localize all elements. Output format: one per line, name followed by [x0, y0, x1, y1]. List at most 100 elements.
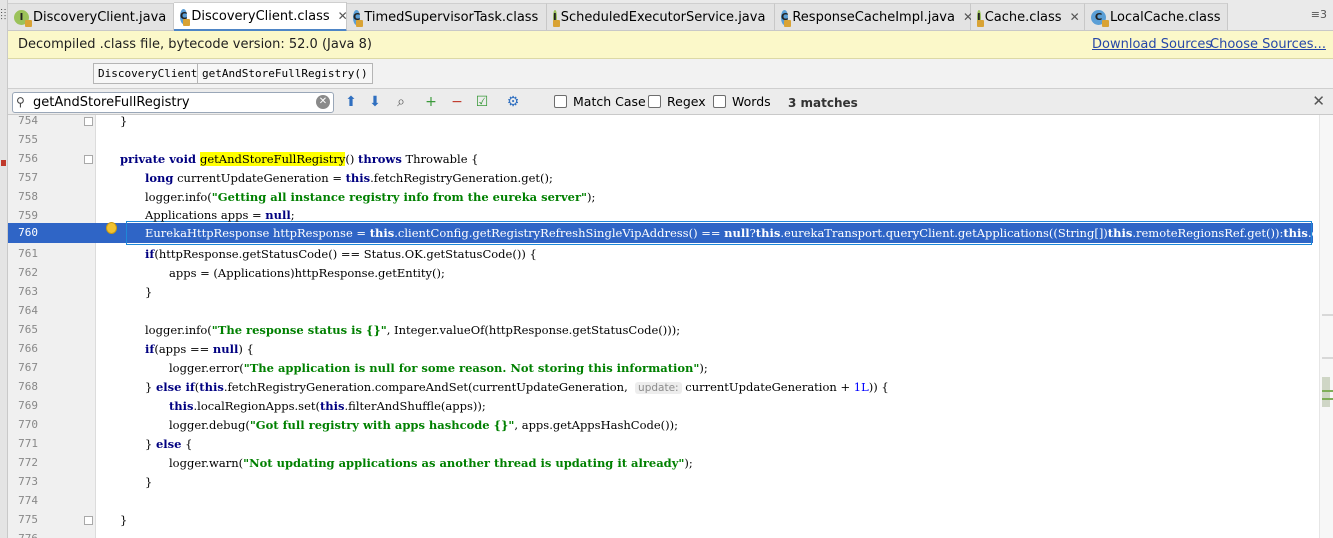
tab-discoveryclient-class[interactable]: C DiscoveryClient.class ✕: [174, 2, 348, 32]
tab-label: ResponseCacheImpl.java: [792, 9, 955, 25]
line-number: 769: [18, 399, 38, 412]
code-line-770: logger.debug("Got full registry with app…: [169, 418, 678, 432]
tab-label: DiscoveryClient.java: [33, 9, 167, 25]
fold-marker-icon[interactable]: [84, 155, 93, 164]
class-icon: C: [180, 8, 191, 26]
stripe-marker[interactable]: [1322, 398, 1333, 400]
line-number: 767: [18, 361, 38, 374]
intention-bulb-icon[interactable]: [106, 222, 117, 234]
line-number: 754: [18, 114, 38, 127]
search-box: ⚲ ✕: [12, 92, 334, 113]
line-number: 758: [18, 190, 38, 203]
error-stripe[interactable]: [1319, 115, 1333, 538]
code-line-773: }: [145, 475, 153, 489]
editor-tab-bar: I DiscoveryClient.java C DiscoveryClient…: [8, 0, 1333, 32]
scrollbar-thumb[interactable]: [1322, 377, 1330, 407]
tab-cache-class[interactable]: I Cache.class ✕: [971, 3, 1085, 30]
line-number: 765: [18, 323, 38, 336]
close-icon[interactable]: ✕: [1070, 10, 1080, 24]
tab-timedsupervisortask-class[interactable]: C TimedSupervisorTask.class ✕: [347, 3, 556, 30]
class-icon: C: [353, 9, 364, 27]
line-number: 774: [18, 494, 38, 507]
interface-icon: I: [976, 9, 984, 27]
regex-label: Regex: [667, 94, 706, 109]
search-settings-icon[interactable]: ⚙: [504, 93, 522, 111]
fold-marker-icon[interactable]: [84, 117, 93, 126]
line-number: 764: [18, 304, 38, 317]
download-sources-link[interactable]: Download Sources: [1092, 37, 1212, 52]
line-number: 757: [18, 171, 38, 184]
words-checkbox[interactable]: Words: [713, 94, 771, 109]
breadcrumb: DiscoveryClient getAndStoreFullRegistry(…: [8, 59, 1333, 88]
tab-overflow-button[interactable]: ≡3: [1311, 8, 1327, 21]
line-number: 762: [18, 266, 38, 279]
previous-occurrence-icon[interactable]: ⬆: [342, 93, 360, 111]
code-line-757: long currentUpdateGeneration = this.fetc…: [145, 171, 553, 185]
code-line-772: logger.warn("Not updating applications a…: [169, 456, 693, 470]
checkbox-box[interactable]: [648, 95, 661, 108]
code-line-760: EurekaHttpResponse httpResponse = this.c…: [145, 226, 1313, 240]
stripe-marker[interactable]: [1322, 314, 1333, 316]
code-line-775: }: [120, 513, 128, 527]
current-line-number: 760: [18, 226, 38, 239]
code-line-762: apps = (Applications)httpResponse.getEnt…: [169, 266, 445, 280]
close-icon[interactable]: ✕: [1312, 92, 1325, 110]
search-icon[interactable]: ⚲: [16, 95, 25, 109]
remove-occurrence-icon[interactable]: −: [448, 93, 466, 111]
tab-label: TimedSupervisorTask.class: [364, 9, 539, 25]
code-line-768: } else if(this.fetchRegistryGeneration.c…: [145, 380, 889, 394]
fold-marker-icon[interactable]: [84, 516, 93, 525]
interface-icon: I: [14, 9, 32, 27]
stripe-marker[interactable]: [1322, 390, 1333, 392]
class-icon: C: [781, 9, 792, 27]
code-line-766: if(apps == null) {: [145, 342, 254, 356]
code-line-754: }: [120, 114, 128, 128]
code-editor[interactable]: 754 755 756 757 758 759 760 761 762 763 …: [8, 114, 1333, 538]
checkbox-box[interactable]: [554, 95, 567, 108]
line-number: 773: [18, 475, 38, 488]
tab-label: LocalCache.class: [1110, 9, 1221, 25]
search-match-highlight: getAndStoreFullRegistry: [200, 152, 346, 166]
words-label: Words: [732, 94, 771, 109]
decompiled-banner: Decompiled .class file, bytecode version…: [8, 31, 1333, 59]
left-tool-strip: ::::: [0, 0, 8, 538]
search-input[interactable]: [33, 94, 313, 111]
tab-responsecacheimpl-java[interactable]: C ResponseCacheImpl.java ✕: [775, 3, 973, 30]
tab-scheduledexecutorservice-java[interactable]: I ScheduledExecutorService.java ✕: [547, 3, 784, 30]
tab-label: DiscoveryClient.class: [191, 8, 330, 24]
line-number: 772: [18, 456, 38, 469]
code-line-756: private void getAndStoreFullRegistry() t…: [120, 152, 479, 166]
tab-label: ScheduledExecutorService.java: [560, 9, 766, 25]
line-number: 763: [18, 285, 38, 298]
code-line-771: } else {: [145, 437, 193, 451]
match-case-label: Match Case: [573, 94, 646, 109]
find-all-icon[interactable]: ⌕: [392, 93, 410, 111]
line-number: 775: [18, 513, 38, 526]
banner-text: Decompiled .class file, bytecode version…: [18, 37, 372, 52]
code-line-763: }: [145, 285, 153, 299]
find-bar: ⚲ ✕ ⬆ ⬇ ⌕ + − ☑ ⚙ Match Case Regex Words…: [8, 88, 1333, 115]
ide-window: :::: I DiscoveryClient.java C DiscoveryC…: [0, 0, 1333, 538]
left-strip-marker: [1, 160, 6, 166]
match-count: 3 matches: [788, 96, 858, 110]
interface-icon: I: [552, 9, 560, 27]
regex-checkbox[interactable]: Regex: [648, 94, 706, 109]
class-icon: C: [1091, 9, 1109, 27]
clear-search-icon[interactable]: ✕: [316, 95, 330, 109]
next-occurrence-icon[interactable]: ⬇: [366, 93, 384, 111]
line-number: 759: [18, 209, 38, 222]
breadcrumb-method[interactable]: getAndStoreFullRegistry(): [197, 63, 373, 84]
add-occurrence-icon[interactable]: +: [422, 93, 440, 111]
line-number: 770: [18, 418, 38, 431]
tab-discoveryclient-java[interactable]: I DiscoveryClient.java: [8, 3, 174, 30]
breadcrumb-class[interactable]: DiscoveryClient: [93, 63, 203, 84]
line-number: 761: [18, 247, 38, 260]
choose-sources-link[interactable]: Choose Sources...: [1210, 37, 1326, 52]
code-line-765: logger.info("The response status is {}",…: [145, 323, 681, 337]
select-all-occurrences-icon[interactable]: ☑: [473, 93, 491, 111]
code-line-758: logger.info("Getting all instance regist…: [145, 190, 596, 204]
stripe-marker[interactable]: [1322, 357, 1333, 359]
tab-localcache-class[interactable]: C LocalCache.class: [1085, 3, 1228, 30]
checkbox-box[interactable]: [713, 95, 726, 108]
match-case-checkbox[interactable]: Match Case: [554, 94, 646, 109]
